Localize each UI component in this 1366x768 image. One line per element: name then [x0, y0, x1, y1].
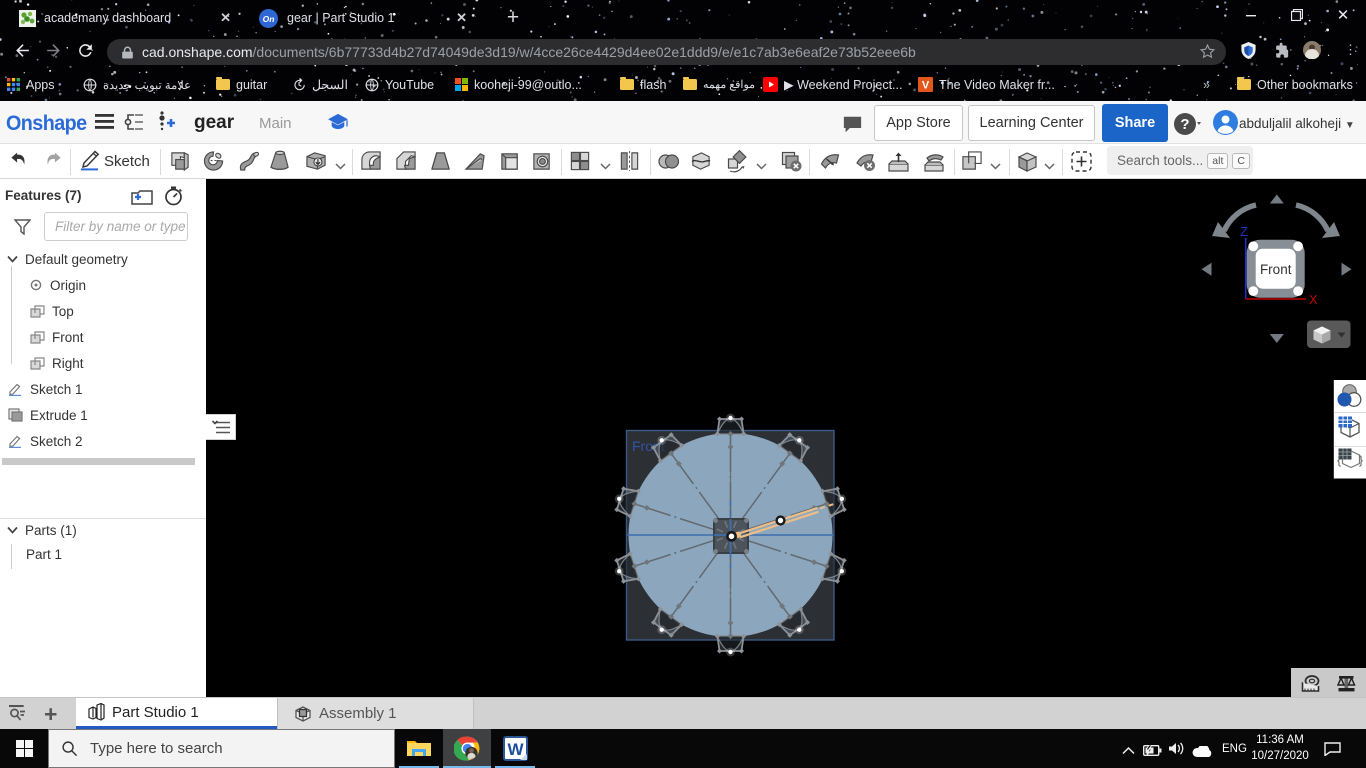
svg-text:On: On: [263, 14, 275, 24]
svg-text:Z: Z: [1240, 224, 1248, 239]
svg-text:Front: Front: [1260, 262, 1292, 277]
svg-text:?: ?: [1180, 116, 1189, 133]
svg-text:{: {: [1337, 453, 1341, 467]
svg-text:X: X: [1309, 292, 1318, 307]
svg-text:W: W: [507, 740, 524, 759]
svg-text:V: V: [922, 80, 930, 92]
svg-text:}: }: [1359, 453, 1363, 467]
